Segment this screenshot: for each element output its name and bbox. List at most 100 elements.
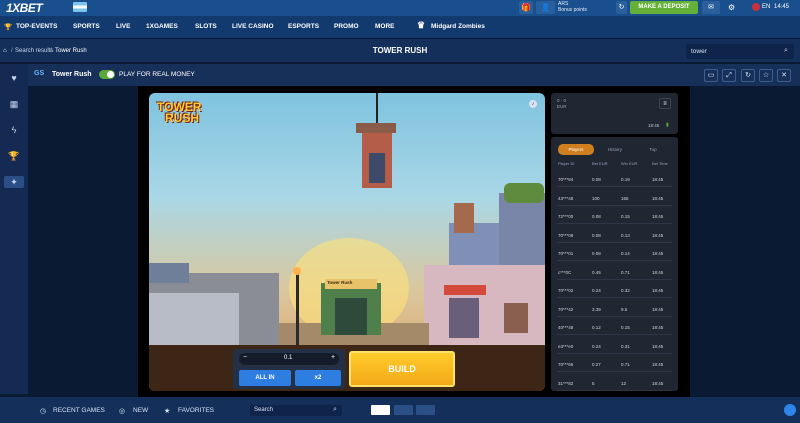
table-cell: 18:45 <box>652 232 664 238</box>
table-cell: 18:45 <box>652 306 664 312</box>
bets-panel: Players History Top Player ID Bet EUR Wi… <box>551 137 678 391</box>
game-clock: 18:45 <box>648 123 660 128</box>
close-icon[interactable]: ✕ <box>777 69 791 82</box>
table-cell: 0.27 <box>592 362 601 367</box>
real-money-label: PLAY FOR REAL MONEY <box>119 71 195 78</box>
table-cell: 70***42 <box>558 306 574 312</box>
table-cell: 18:45 <box>652 343 664 349</box>
language-flag-icon <box>752 3 760 11</box>
table-cell: 70***66 <box>558 362 574 367</box>
recent-games-link[interactable]: RECENT GAMES <box>53 407 105 414</box>
col-bet-time: Bet Time <box>652 161 668 166</box>
table-cell: 70***08 <box>558 232 574 238</box>
slots-icon[interactable]: ✦ <box>4 176 24 188</box>
col-bet: Bet EUR <box>592 161 608 166</box>
double-bet-button[interactable]: x2 <box>295 370 341 386</box>
language-label[interactable]: EN <box>762 4 770 10</box>
window-icon[interactable]: ▭ <box>704 69 718 82</box>
table-cell: 0.45 <box>592 269 601 275</box>
make-deposit-button[interactable]: MAKE A DEPOSIT <box>630 1 698 14</box>
table-cell: 0.08 <box>592 214 601 219</box>
table-cell: 0.12 <box>592 325 601 330</box>
main-nav: 🏆 TOP-EVENTS SPORTS LIVE 1XGAMES SLOTS L… <box>0 16 800 38</box>
table-cell: 40***48 <box>558 325 574 330</box>
layout-double-icon[interactable] <box>394 405 413 415</box>
footer-bar: ◷ RECENT GAMES ◎ NEW ★ FAVORITES <box>0 397 800 423</box>
favorites-link[interactable]: FAVORITES <box>178 407 214 414</box>
gift-icon[interactable]: 🎁 <box>519 1 533 14</box>
table-cell: 18:45 <box>652 269 664 275</box>
favorite-star-icon[interactable]: ☆ <box>759 69 773 82</box>
table-cell: 9.5 <box>621 306 628 312</box>
lightning-icon[interactable]: ϟ <box>8 124 20 136</box>
site-logo[interactable]: 1XBET <box>6 1 43 15</box>
user-icon[interactable]: 👤 <box>536 1 555 14</box>
nav-more[interactable]: MORE <box>375 23 395 30</box>
plus-icon[interactable]: + <box>331 354 335 361</box>
table-cell: 0.24 <box>592 288 601 293</box>
table-cell: 0.15 <box>621 325 630 330</box>
fullscreen-icon[interactable]: ⤢ <box>722 69 736 82</box>
search-icon[interactable]: ⌕ <box>784 47 788 55</box>
search-input[interactable]: tower <box>686 44 794 59</box>
nav-esports[interactable]: ESPORTS <box>288 23 319 30</box>
trophy-icon[interactable]: 🏆 <box>8 150 20 162</box>
menu-icon[interactable]: ≡ <box>659 98 671 109</box>
table-row: 70***42 3.39 9.5 18:45 <box>557 301 672 317</box>
real-money-toggle[interactable] <box>99 70 115 79</box>
nav-slots[interactable]: SLOTS <box>195 23 217 30</box>
nav-live[interactable]: LIVE <box>116 23 130 30</box>
layout-single-icon[interactable] <box>371 405 390 415</box>
signal-icon: ▮ <box>666 122 669 128</box>
star-icon: ★ <box>164 408 171 415</box>
settings-icon[interactable]: ⚙ <box>728 3 735 12</box>
tab-history[interactable]: History <box>597 144 633 155</box>
game-logo: TOWER RUSH <box>157 101 201 124</box>
shop-sign: Tower Rush <box>327 280 353 285</box>
table-cell: 70***84 <box>558 177 574 182</box>
nav-1xgames[interactable]: 1XGAMES <box>146 23 178 30</box>
col-player-id: Player ID <box>558 161 575 166</box>
table-cell: 70***02 <box>558 288 574 293</box>
chat-support-icon[interactable] <box>784 404 796 416</box>
new-link[interactable]: NEW <box>133 407 148 414</box>
grid-icon[interactable]: ▦ <box>8 98 20 110</box>
footer-search-input[interactable]: Search <box>250 405 342 416</box>
table-cell: 0.08 <box>592 232 601 238</box>
favorites-heart-icon[interactable]: ♥ <box>8 72 20 84</box>
nav-promo-game[interactable]: Midgard Zombies <box>431 23 485 30</box>
table-row: 31***82 5 12 18:45 <box>557 375 672 391</box>
table-row: 40***48 0.12 0.15 18:45 <box>557 319 672 335</box>
table-row: 70***02 0.24 0.32 18:45 <box>557 282 672 298</box>
sound-icon[interactable]: ♪ <box>529 100 537 108</box>
bet-value[interactable]: 0.1 <box>284 355 292 361</box>
nav-sports[interactable]: SPORTS <box>73 23 100 30</box>
minus-icon[interactable]: − <box>243 354 247 361</box>
message-icon[interactable]: ✉ <box>702 1 720 14</box>
table-cell: 18:45 <box>652 325 664 330</box>
table-cell: 0.24 <box>592 343 601 349</box>
tab-top[interactable]: Top <box>635 144 671 155</box>
build-button[interactable]: BUILD <box>349 351 455 387</box>
table-cell: 0.14 <box>621 251 630 256</box>
balance-panel: 0 · 0 EUR ≡ 18:45 ▮ <box>551 93 678 134</box>
table-cell: 18:45 <box>652 177 664 182</box>
top-bar: 1XBET 🎁 👤 ARS Bonus points ↻ MAKE A DEPO… <box>0 0 800 16</box>
game-scene[interactable]: TOWER RUSH Tower Rush ♪ <box>149 93 545 391</box>
balance-value: 0 · 0 <box>557 98 567 103</box>
table-cell: 18:45 <box>652 362 664 367</box>
new-icon: ◎ <box>119 408 126 415</box>
nav-top-events[interactable]: TOP-EVENTS <box>16 23 57 30</box>
nav-promo[interactable]: PROMO <box>334 23 359 30</box>
footer-search-icon[interactable]: ⌕ <box>333 406 337 414</box>
tab-players[interactable]: Players <box>558 144 594 155</box>
clock: 14:45 <box>774 4 790 10</box>
table-cell: 0.71 <box>621 269 630 275</box>
layout-quad-icon[interactable] <box>416 405 435 415</box>
nav-live-casino[interactable]: LIVE CASINO <box>232 23 274 30</box>
all-in-button[interactable]: ALL IN <box>239 370 291 386</box>
refresh-icon[interactable]: ↻ <box>616 1 627 14</box>
table-cell: 165 <box>621 195 629 201</box>
table-cell: 100 <box>592 195 600 201</box>
reload-icon[interactable]: ↻ <box>741 69 755 82</box>
